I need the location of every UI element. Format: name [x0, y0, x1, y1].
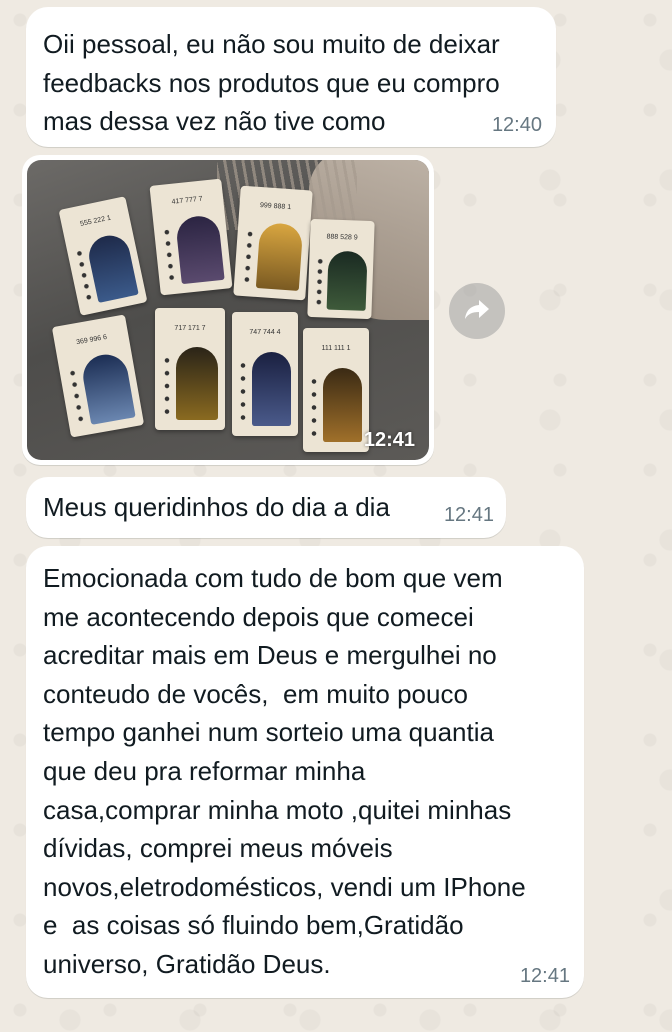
photo-card: 555 222 1 — [58, 196, 148, 316]
forward-arrow-icon — [464, 298, 490, 325]
image-message-bubble[interactable]: 555 222 1 417 777 7 999 888 1 888 528 9 … — [22, 155, 434, 465]
message-bubble[interactable]: Meus queridinhos do dia a dia 12:41 — [26, 477, 506, 538]
card-number: 888 528 9 — [326, 233, 358, 242]
photo-card: 417 777 7 — [149, 178, 233, 296]
photo-card: 717 171 7 — [155, 308, 225, 430]
card-number: 999 888 1 — [259, 202, 292, 212]
photo-card: 747 744 4 — [232, 312, 298, 436]
message-timestamp: 12:40 — [491, 114, 542, 136]
photo-card: 111 111 1 — [303, 328, 369, 452]
message-timestamp: 12:41 — [519, 965, 570, 987]
photo-timestamp: 12:41 — [363, 429, 415, 451]
message-text: Meus queridinhos do dia a dia — [43, 492, 390, 522]
card-number: 111 111 1 — [321, 345, 351, 353]
message-bubble[interactable]: Emocionada com tudo de bom que vem me ac… — [26, 546, 584, 998]
card-number: 717 171 7 — [174, 325, 206, 333]
photo-card: 369 996 6 — [51, 314, 145, 438]
message-bubble[interactable]: Oii pessoal, eu não sou muito de deixar … — [26, 7, 556, 147]
photo-card: 888 528 9 — [307, 218, 375, 320]
message-timestamp: 12:41 — [443, 504, 494, 526]
card-number: 747 744 4 — [249, 329, 281, 337]
photo-card: 999 888 1 — [233, 185, 313, 301]
card-number: 417 777 7 — [171, 195, 204, 207]
forward-button[interactable] — [449, 283, 505, 339]
message-photo[interactable]: 555 222 1 417 777 7 999 888 1 888 528 9 … — [27, 160, 429, 460]
message-text: Oii pessoal, eu não sou muito de deixar … — [43, 29, 500, 137]
card-number: 555 222 1 — [79, 214, 112, 229]
card-number: 369 996 6 — [75, 333, 108, 346]
message-text: Emocionada com tudo de bom que vem me ac… — [43, 563, 526, 979]
